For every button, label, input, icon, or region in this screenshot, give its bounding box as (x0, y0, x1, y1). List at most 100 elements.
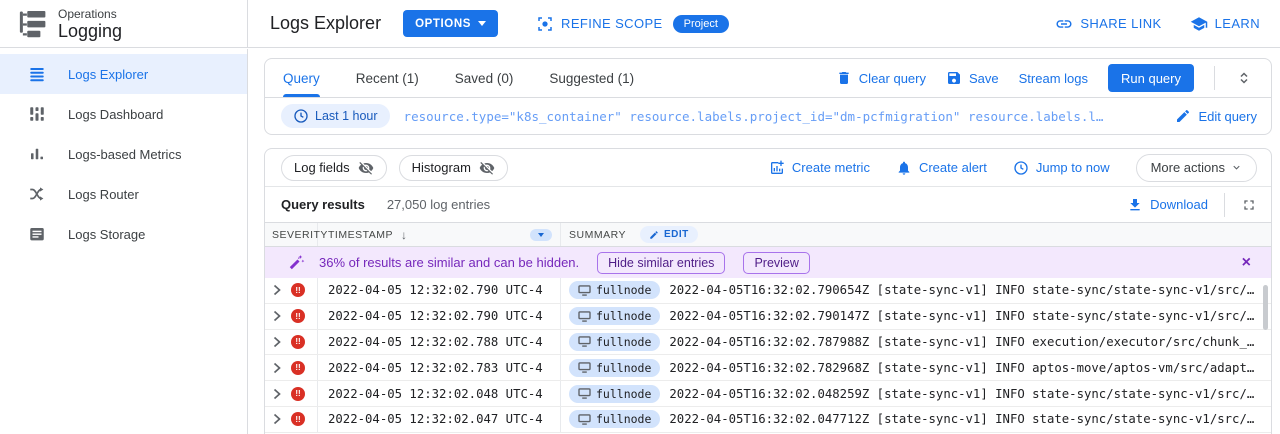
fullnode-badge-label: fullnode (596, 283, 651, 297)
jump-to-now-button[interactable]: Jump to now (1013, 160, 1110, 176)
refine-scope-button[interactable]: REFINE SCOPE (536, 15, 663, 33)
fullscreen-icon[interactable] (1241, 197, 1257, 213)
log-timestamp: 2022-04-05 12:32:02.788 UTC-4 (318, 330, 561, 355)
options-button[interactable]: OPTIONS (403, 10, 498, 37)
timestamp-column-header[interactable]: TIMESTAMP ↓ (318, 223, 561, 246)
expand-chevron-icon[interactable] (272, 284, 282, 296)
jump-to-now-label: Jump to now (1036, 160, 1110, 175)
log-timestamp: 2022-04-05 12:32:02.783 UTC-4 (318, 355, 561, 380)
magic-wand-icon (288, 254, 305, 271)
expand-chevron-icon[interactable] (272, 413, 282, 425)
fullnode-badge-label: fullnode (596, 335, 651, 349)
expand-chevron-icon[interactable] (272, 388, 282, 400)
log-timestamp: 2022-04-05 12:32:02.048 UTC-4 (318, 381, 561, 406)
vertical-scrollbar[interactable] (1263, 285, 1268, 330)
similar-entries-banner: 36% of results are similar and can be hi… (265, 247, 1271, 278)
fullnode-badge-label: fullnode (596, 361, 651, 375)
tab-recent[interactable]: Recent (1) (356, 59, 419, 97)
dashboard-icon (28, 105, 46, 123)
share-link-button[interactable]: SHARE LINK (1055, 15, 1161, 33)
sidebar-item-logs-router[interactable]: Logs Router (0, 174, 247, 214)
results-actions: Create metric Create alert Jump to now (769, 154, 1257, 182)
error-severity-icon: !! (291, 412, 305, 426)
sidebar-item-logs-based-metrics[interactable]: Logs-based Metrics (0, 134, 247, 174)
expand-chevron-icon[interactable] (272, 362, 282, 374)
summary-cell: fullnode 2022-04-05T16:32:02.047712Z [st… (561, 407, 1271, 432)
logs-explorer-app: Operations Logging Logs Explorer OPTIONS… (0, 0, 1280, 434)
sort-descending-icon[interactable]: ↓ (401, 228, 408, 242)
sidebar-item-logs-explorer[interactable]: Logs Explorer (0, 54, 247, 94)
bar-chart-icon (28, 145, 46, 163)
learn-button[interactable]: LEARN (1190, 15, 1260, 33)
edit-summary-button[interactable]: EDIT (640, 226, 698, 243)
severity-column-header[interactable]: SEVERITY (265, 223, 318, 246)
log-summary: 2022-04-05T16:32:02.782968Z [state-sync-… (669, 361, 1271, 375)
eye-off-icon (358, 160, 374, 176)
expand-chevron-icon[interactable] (272, 336, 282, 348)
log-row[interactable]: !! 2022-04-05 12:32:02.790 UTC-4 fullnod… (265, 304, 1271, 330)
scope-project-badge[interactable]: Project (673, 15, 729, 33)
refine-scope-label: REFINE SCOPE (561, 16, 663, 31)
collapse-panel-icon[interactable] (1235, 69, 1253, 87)
log-summary: 2022-04-05T16:32:02.047712Z [state-sync-… (669, 412, 1271, 426)
error-severity-icon: !! (291, 283, 305, 297)
log-row[interactable]: !! 2022-04-05 12:32:02.783 UTC-4 fullnod… (265, 355, 1271, 381)
monitor-icon (578, 362, 591, 373)
topbar-right-actions: SHARE LINK LEARN (1055, 15, 1280, 33)
summary-cell: fullnode 2022-04-05T16:32:02.787988Z [st… (561, 330, 1271, 355)
log-row[interactable]: !! 2022-04-05 12:32:02.790 UTC-4 fullnod… (265, 278, 1271, 304)
summary-cell: fullnode 2022-04-05T16:32:02.790654Z [st… (561, 278, 1271, 303)
query-builder-card: Query Recent (1) Saved (0) Suggested (1)… (264, 58, 1272, 135)
query-results-bar: Query results 27,050 log entries Downloa… (265, 187, 1271, 222)
fullnode-badge: fullnode (569, 281, 660, 299)
more-actions-button[interactable]: More actions (1136, 154, 1257, 182)
clock-icon (1013, 160, 1029, 176)
fullnode-badge-label: fullnode (596, 309, 651, 323)
tab-query[interactable]: Query (283, 59, 320, 97)
log-row[interactable]: !! 2022-04-05 12:32:02.047 UTC-4 fullnod… (265, 407, 1271, 433)
edit-query-button[interactable]: Edit query (1175, 108, 1257, 124)
log-row[interactable]: !! 2022-04-05 12:32:02.048 UTC-4 fullnod… (265, 381, 1271, 407)
monitor-icon (578, 285, 591, 296)
save-button[interactable]: Save (946, 70, 999, 86)
tab-label: Query (283, 71, 320, 86)
download-button[interactable]: Download (1127, 197, 1208, 213)
preview-button[interactable]: Preview (743, 252, 809, 274)
sidebar-item-logs-storage[interactable]: Logs Storage (0, 214, 247, 254)
tab-label: Saved (0) (455, 71, 514, 86)
divider (1214, 66, 1215, 90)
fullnode-badge: fullnode (569, 410, 660, 428)
chevron-down-icon (1231, 162, 1242, 173)
severity-cell: !! (265, 381, 318, 406)
query-text[interactable]: resource.type="k8s_container" resource.l… (404, 109, 1162, 124)
time-range-button[interactable]: Last 1 hour (281, 104, 390, 128)
summary-column-header: SUMMARY EDIT (561, 223, 1271, 246)
histogram-toggle[interactable]: Histogram (399, 155, 508, 181)
create-alert-button[interactable]: Create alert (896, 160, 987, 176)
query-bar[interactable]: Last 1 hour resource.type="k8s_container… (265, 97, 1271, 134)
hide-similar-entries-button[interactable]: Hide similar entries (597, 252, 725, 274)
logging-logo-icon (18, 9, 48, 39)
log-summary: 2022-04-05T16:32:02.790654Z [state-sync-… (669, 283, 1271, 297)
timestamp-dropdown-button[interactable] (530, 229, 552, 241)
sidebar-item-label: Logs Dashboard (68, 107, 163, 122)
fullnode-badge: fullnode (569, 385, 660, 403)
stream-logs-button[interactable]: Stream logs (1019, 71, 1088, 86)
sidebar-item-logs-dashboard[interactable]: Logs Dashboard (0, 94, 247, 134)
log-timestamp: 2022-04-05 12:32:02.790 UTC-4 (318, 278, 561, 303)
close-icon[interactable]: × (1242, 255, 1251, 271)
chevron-down-icon (478, 21, 486, 26)
log-timestamp: 2022-04-05 12:32:02.047 UTC-4 (318, 407, 561, 432)
pencil-icon (1175, 108, 1191, 124)
expand-chevron-icon[interactable] (272, 310, 282, 322)
create-metric-button[interactable]: Create metric (769, 160, 870, 176)
eye-off-icon (479, 160, 495, 176)
run-query-button[interactable]: Run query (1108, 64, 1194, 92)
tab-saved[interactable]: Saved (0) (455, 59, 514, 97)
more-actions-label: More actions (1151, 160, 1225, 175)
log-fields-toggle[interactable]: Log fields (281, 155, 387, 181)
clear-query-button[interactable]: Clear query (836, 70, 926, 86)
log-row[interactable]: !! 2022-04-05 12:32:02.788 UTC-4 fullnod… (265, 330, 1271, 356)
severity-cell: !! (265, 304, 318, 329)
tab-suggested[interactable]: Suggested (1) (549, 59, 634, 97)
